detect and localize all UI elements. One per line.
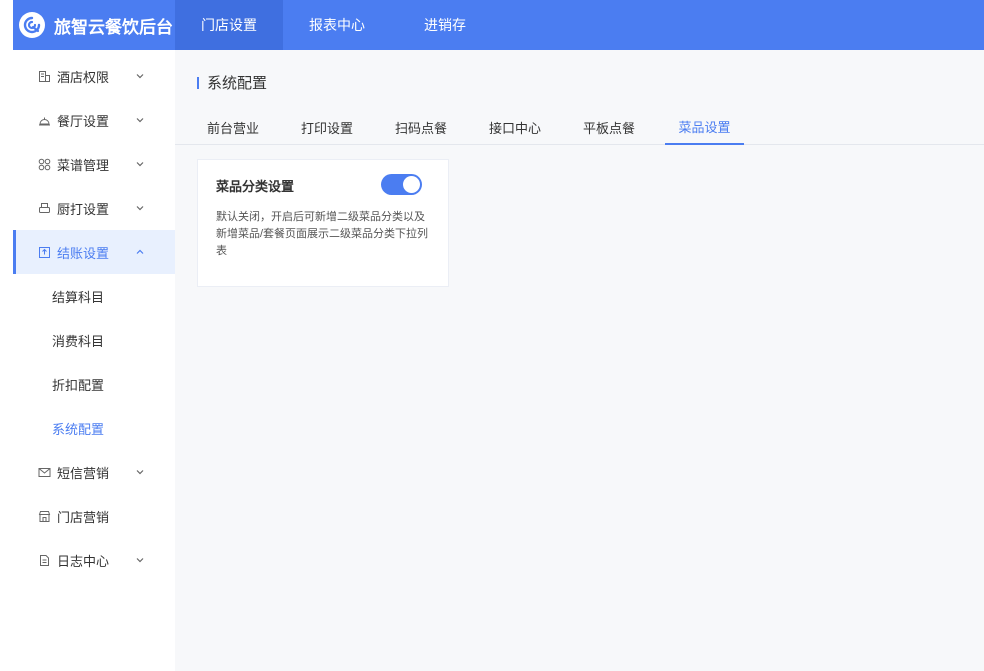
brand[interactable]: 旅智云餐饮后台 bbox=[13, 0, 175, 50]
tab-print-settings[interactable]: 打印设置 bbox=[292, 110, 362, 145]
nav-report-center[interactable]: 报表中心 bbox=[283, 0, 391, 50]
tab-label: 前台营业 bbox=[206, 121, 259, 136]
sidebar-item-menu-management[interactable]: 菜谱管理 bbox=[13, 142, 175, 186]
tab-bar: 前台营业 打印设置 扫码点餐 接口中心 平板点餐 菜品设置 bbox=[175, 110, 984, 145]
nav-store-settings[interactable]: 门店设置 bbox=[175, 0, 283, 50]
nav-inventory[interactable]: 进销存 bbox=[391, 0, 499, 50]
sidebar-item-sms-marketing[interactable]: 短信营销 bbox=[13, 450, 175, 494]
sidebar-item-hotel-permissions[interactable]: 酒店权限 bbox=[13, 54, 175, 98]
chevron-down-icon bbox=[136, 206, 144, 211]
sidebar-subitem-system-config[interactable]: 系统配置 bbox=[13, 406, 175, 450]
page-title: 系统配置 bbox=[197, 72, 267, 93]
sidebar-item-label: 酒店权限 bbox=[57, 69, 110, 85]
sidebar-item-label: 厨打设置 bbox=[57, 201, 110, 217]
grid-icon bbox=[37, 157, 51, 171]
cloche-icon bbox=[37, 113, 51, 127]
sidebar-item-restaurant-settings[interactable]: 餐厅设置 bbox=[13, 98, 175, 142]
chevron-down-icon bbox=[136, 558, 144, 563]
setting-description: 默认关闭，开启后可新增二级菜品分类以及新增菜品/套餐页面展示二级菜品分类下拉列表 bbox=[216, 211, 429, 257]
sidebar-item-label: 日志中心 bbox=[57, 553, 110, 569]
chevron-down-icon bbox=[136, 118, 144, 123]
sidebar-item-kitchen-print[interactable]: 厨打设置 bbox=[13, 186, 175, 230]
tab-scan-order[interactable]: 扫码点餐 bbox=[386, 110, 456, 145]
setting-title: 菜品分类设置 bbox=[216, 179, 295, 194]
tab-label: 菜品设置 bbox=[678, 120, 731, 135]
tab-label: 扫码点餐 bbox=[394, 121, 447, 136]
sidebar-subitem-label: 系统配置 bbox=[52, 421, 105, 437]
nav-label: 进销存 bbox=[424, 17, 466, 33]
sidebar-subitem-label: 折扣配置 bbox=[52, 377, 105, 393]
document-icon bbox=[37, 553, 51, 567]
top-header: 旅智云餐饮后台 门店设置 报表中心 进销存 bbox=[13, 0, 984, 50]
swirl-logo-icon bbox=[19, 12, 45, 38]
sidebar-item-label: 门店营销 bbox=[57, 509, 110, 525]
brand-name: 旅智云餐饮后台 bbox=[54, 17, 173, 37]
toggle-knob bbox=[403, 176, 420, 193]
sidebar-subitem-label: 结算科目 bbox=[52, 289, 105, 305]
sidebar-item-label: 菜谱管理 bbox=[57, 157, 110, 173]
tab-label: 打印设置 bbox=[300, 121, 353, 136]
sidebar-item-label: 餐厅设置 bbox=[57, 113, 110, 129]
chevron-down-icon bbox=[136, 470, 144, 475]
store-icon bbox=[37, 509, 51, 523]
dish-category-toggle[interactable] bbox=[381, 174, 422, 195]
building-icon bbox=[37, 69, 51, 83]
sidebar-subitem-settlement-account[interactable]: 结算科目 bbox=[13, 274, 175, 318]
sidebar-subitem-consumption-account[interactable]: 消费科目 bbox=[13, 318, 175, 362]
tab-tablet-order[interactable]: 平板点餐 bbox=[574, 110, 644, 145]
nav-label: 报表中心 bbox=[309, 17, 365, 33]
tab-dish-settings[interactable]: 菜品设置 bbox=[665, 110, 744, 145]
sidebar: 酒店权限 餐厅设置 菜谱管理 厨打设置 结账设置 结算科目 消费科目 折扣配置 … bbox=[13, 50, 175, 671]
tab-label: 平板点餐 bbox=[582, 121, 635, 136]
chevron-down-icon bbox=[136, 162, 144, 167]
sidebar-item-label: 结账设置 bbox=[57, 245, 110, 261]
tab-api-center[interactable]: 接口中心 bbox=[480, 110, 550, 145]
tab-front-desk[interactable]: 前台营业 bbox=[198, 110, 268, 145]
nav-label: 门店设置 bbox=[201, 17, 257, 33]
receipt-icon bbox=[37, 245, 51, 259]
chevron-up-icon bbox=[136, 249, 144, 254]
top-nav: 门店设置 报表中心 进销存 bbox=[175, 0, 499, 50]
main-content: 系统配置 前台营业 打印设置 扫码点餐 接口中心 平板点餐 菜品设置 菜品分类设… bbox=[175, 50, 984, 671]
sidebar-subitem-label: 消费科目 bbox=[52, 333, 105, 349]
sidebar-item-log-center[interactable]: 日志中心 bbox=[13, 538, 175, 582]
chevron-down-icon bbox=[136, 74, 144, 79]
printer-icon bbox=[37, 201, 51, 215]
sidebar-item-checkout-settings[interactable]: 结账设置 bbox=[13, 230, 175, 274]
sidebar-item-label: 短信营销 bbox=[57, 465, 110, 481]
sidebar-subitem-discount-config[interactable]: 折扣配置 bbox=[13, 362, 175, 406]
setting-card-dish-category: 菜品分类设置 默认关闭，开启后可新增二级菜品分类以及新增菜品/套餐页面展示二级菜… bbox=[197, 159, 449, 287]
mail-icon bbox=[37, 465, 51, 479]
tab-label: 接口中心 bbox=[488, 121, 541, 136]
sidebar-item-store-marketing[interactable]: 门店营销 bbox=[13, 494, 175, 538]
